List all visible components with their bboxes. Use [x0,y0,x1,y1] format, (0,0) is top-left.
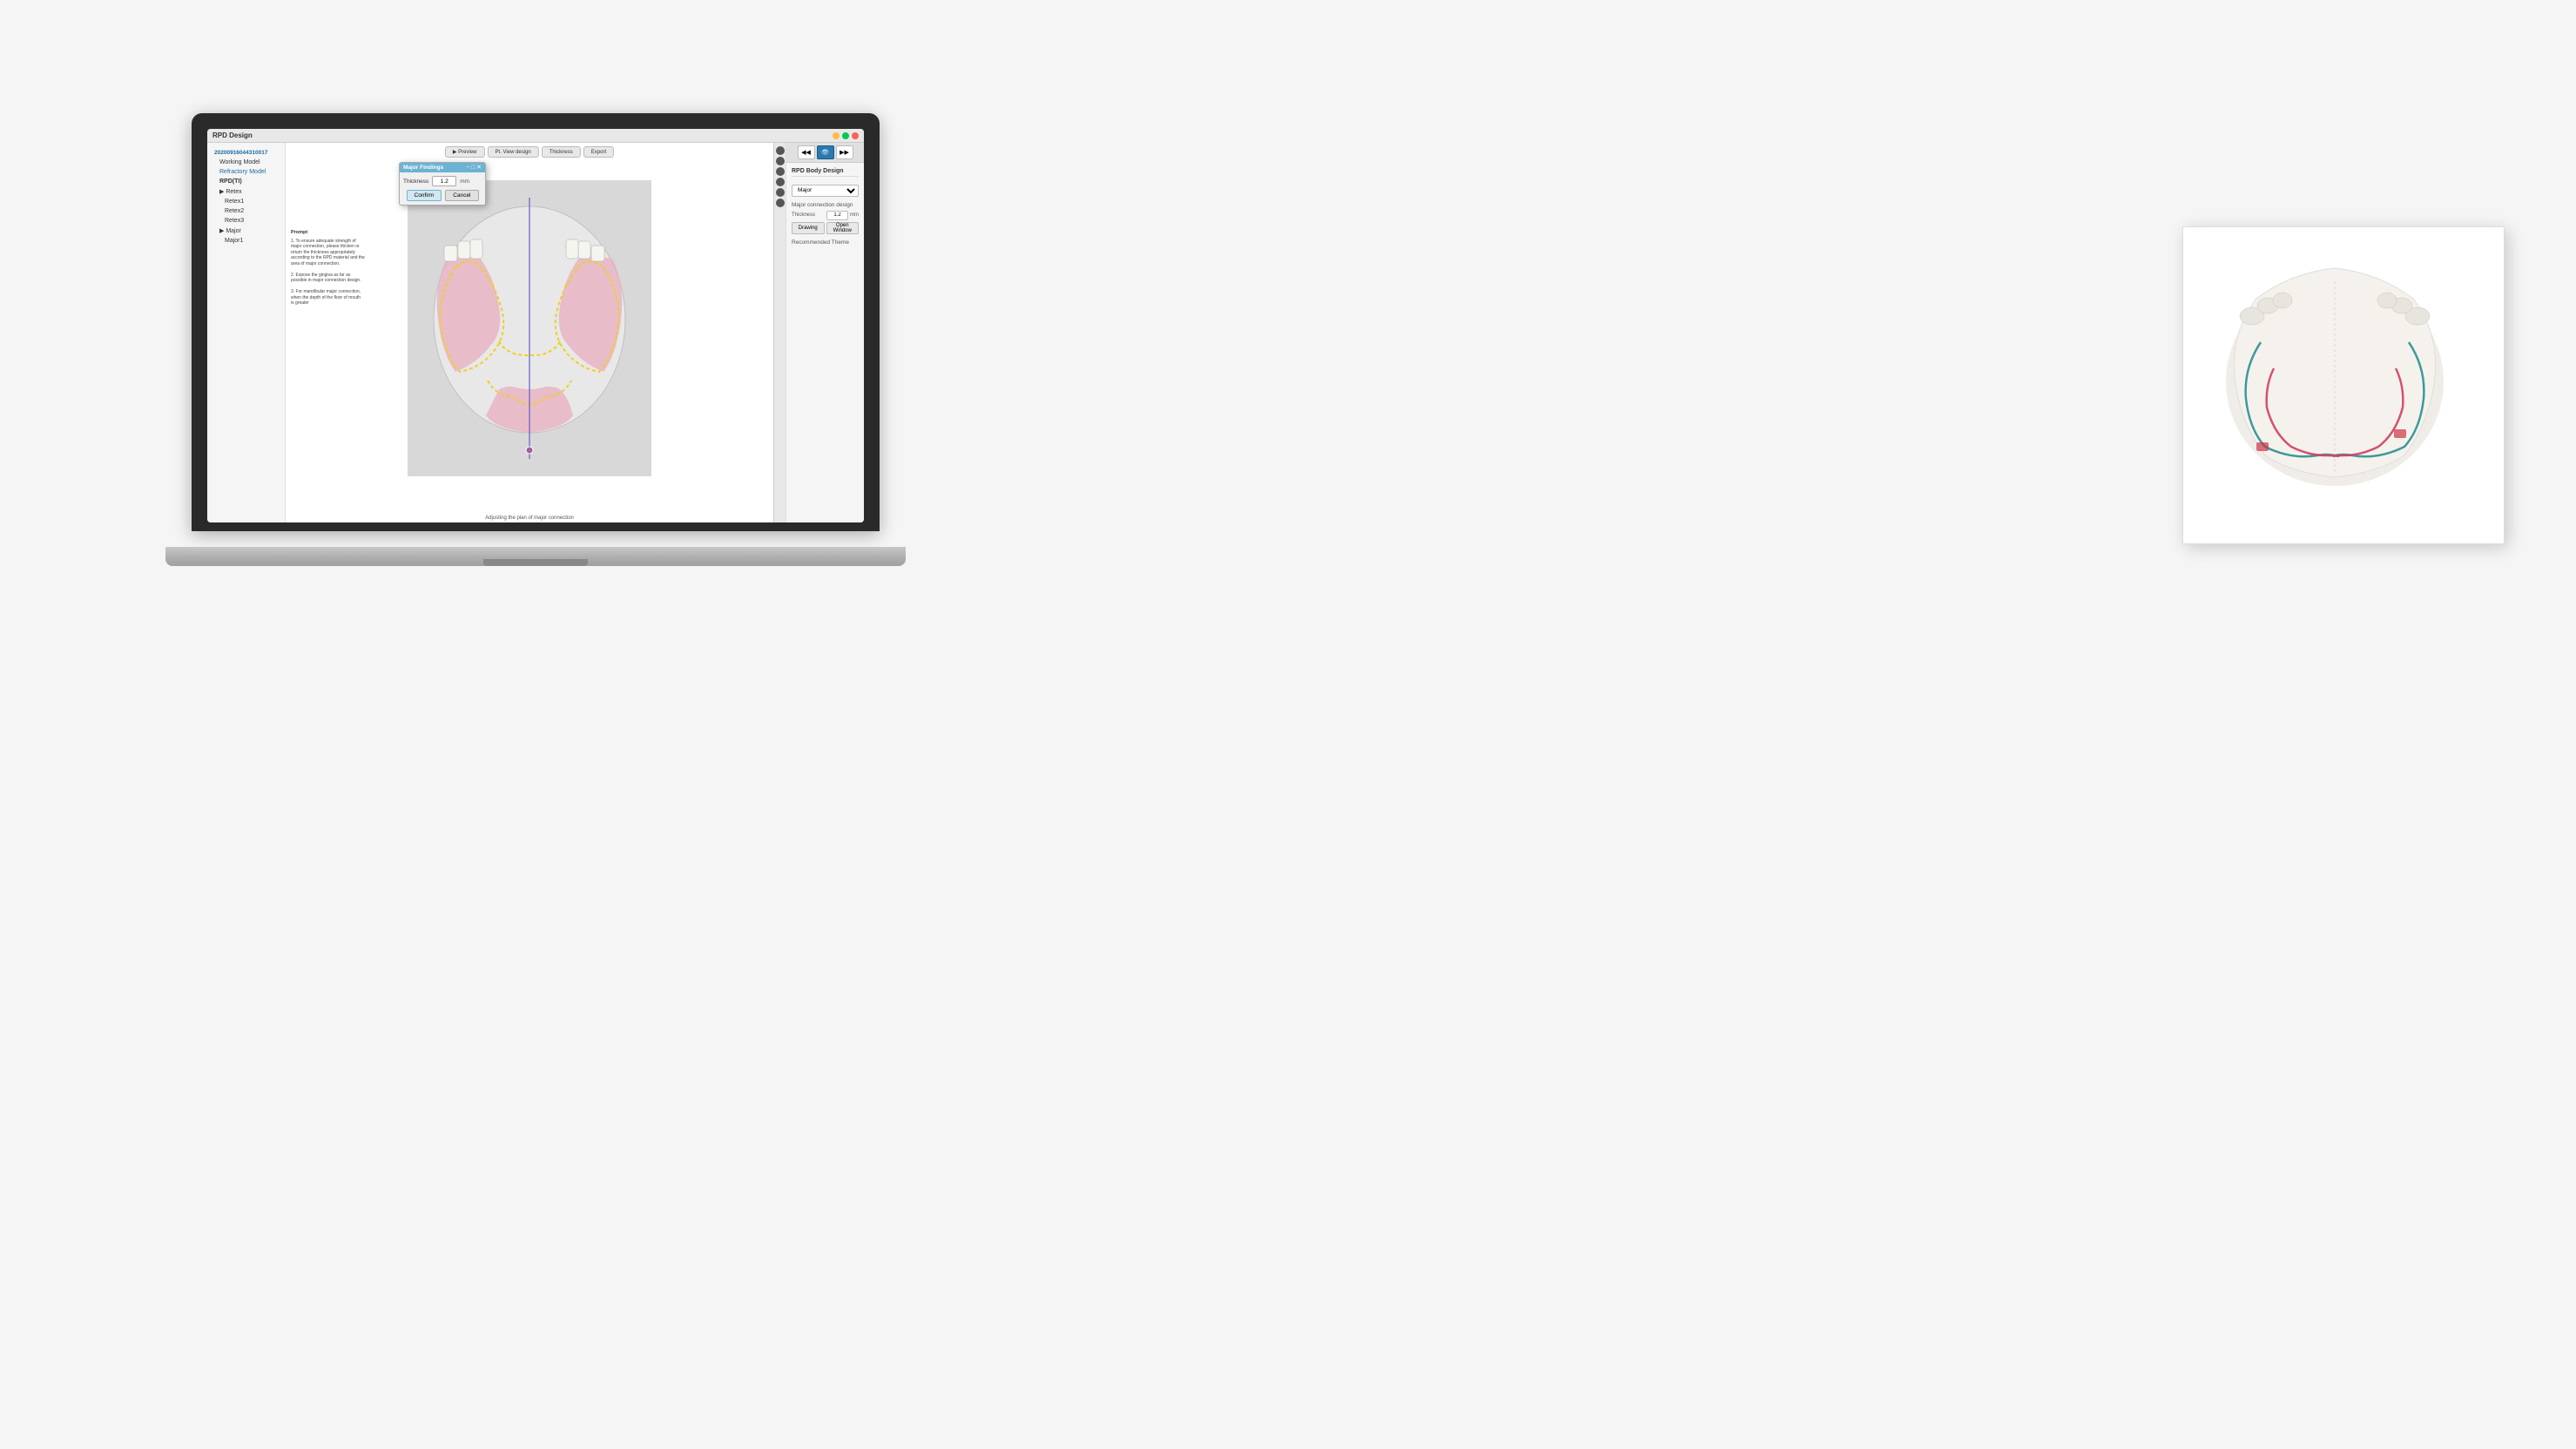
app-body: 20200916044310017 Working Model Refracto… [207,143,864,522]
sidebar-item-working-model[interactable]: Working Model [211,158,281,167]
right-tools-strip [773,143,786,522]
thickness-input[interactable] [432,176,456,186]
rpd-thickness-row: Thickness mm [792,211,859,220]
confirm-button[interactable]: Confirm [407,190,442,201]
cast-svg [2204,246,2465,499]
close-button[interactable] [852,132,859,139]
dialog-controls: − □ ✕ [466,165,482,171]
right-toolbar: ◀◀ 👁 ▶▶ [786,143,864,163]
sidebar-item-refractory-model[interactable]: Refractory Model [211,167,281,177]
dental-model-view [294,160,765,496]
rpd-thickness-input[interactable] [826,211,848,220]
sidebar-item-retex2[interactable]: Retex2 [211,206,281,216]
sidebar-item-major1[interactable]: Major1 [211,236,281,246]
eye-icon: 👁 [821,149,829,156]
thickness-row: Thickness mm [403,176,482,186]
prompt-box: Prompt 1. To ensure adequate strength of… [291,230,365,307]
thickness-btn[interactable]: Thickness [542,146,581,158]
tool-6-icon[interactable] [776,199,785,207]
title-bar: RPD Design [207,129,864,143]
dental-arch-svg [408,180,651,476]
right-rpd-panel: ◀◀ 👁 ▶▶ RPD Body Design [786,143,864,522]
minimize-button[interactable] [833,132,840,139]
tool-4-icon[interactable] [776,178,785,186]
main-viewport: ▶ Preview Pt. View design Thickness Expo… [286,143,773,522]
sidebar-item-major[interactable]: ▶ Major [211,226,281,236]
rpd-connection-section: Major [792,180,859,197]
maximize-button[interactable] [842,132,849,139]
export-btn[interactable]: Export [583,146,614,158]
recommended-theme-label: Recommended Theme [792,239,859,246]
sidebar-item-retex3[interactable]: Retex3 [211,216,281,226]
dialog-close-btn[interactable]: ✕ [476,165,482,171]
tool-2-icon[interactable] [776,157,785,165]
dialog-buttons: Confirm Cancel [403,190,482,201]
open-window-button[interactable]: Open Window [826,222,860,234]
tool-5-icon[interactable] [776,188,785,197]
dialog-title: Major Findings [403,165,443,171]
app-title: RPD Design [212,131,253,139]
connection-type-select[interactable]: Major [792,185,859,197]
prompt-title: Prompt [291,230,365,237]
app-window: RPD Design 20200916044310017 [207,129,864,522]
status-bar: Adjusting the plan of major connection [485,516,574,521]
rpd-panel-title: RPD Body Design [792,168,859,177]
top-toolbar: ▶ Preview Pt. View design Thickness Expo… [445,146,614,158]
laptop-device: RPD Design 20200916044310017 [192,113,888,566]
reference-photo-panel [2182,226,2505,544]
rpd-thickness-label: Thickness [792,212,825,218]
drawing-button[interactable]: Drawing [792,222,825,234]
connection-design-title: Major connection design [792,202,859,208]
window-controls [833,132,859,139]
laptop-bezel: RPD Design 20200916044310017 [192,113,880,531]
preview-btn[interactable]: ▶ Preview [445,146,485,158]
prev-btn[interactable]: ◀◀ [798,145,815,159]
left-sidebar: 20200916044310017 Working Model Refracto… [207,143,286,522]
laptop-base [165,547,906,566]
rpd-body-panel: RPD Body Design Major Major connection d… [786,163,864,522]
rpd-design-section: Major connection design Thickness mm Dra… [792,202,859,234]
laptop-screen: RPD Design 20200916044310017 [207,129,864,522]
major-findings-dialog: Major Findings − □ ✕ Thickness mm [399,162,486,206]
dialog-restore-btn[interactable]: □ [471,165,475,171]
tool-3-icon[interactable] [776,167,785,176]
sidebar-item-rpd[interactable]: RPD(TI) [211,177,281,186]
rpd-thickness-unit: mm [850,212,859,218]
eye-btn[interactable]: 👁 [817,145,834,159]
sidebar-item-retex1[interactable]: Retex1 [211,197,281,206]
thickness-label: Thickness [403,179,428,185]
rpd-action-buttons: Drawing Open Window [792,222,859,234]
dental-cast-image [2204,246,2483,525]
pt-view-btn[interactable]: Pt. View design [488,146,539,158]
sidebar-item-project[interactable]: 20200916044310017 [211,148,281,158]
tool-1-icon[interactable] [776,146,785,155]
dialog-minimize-btn[interactable]: − [466,165,469,171]
thickness-unit: mm [460,179,469,185]
dialog-title-bar: Major Findings − □ ✕ [400,163,485,172]
next-btn[interactable]: ▶▶ [836,145,853,159]
cancel-button[interactable]: Cancel [445,190,478,201]
sidebar-item-retex[interactable]: ▶ Retex [211,186,281,197]
prompt-text: 1. To ensure adequate strength of major … [291,239,365,307]
